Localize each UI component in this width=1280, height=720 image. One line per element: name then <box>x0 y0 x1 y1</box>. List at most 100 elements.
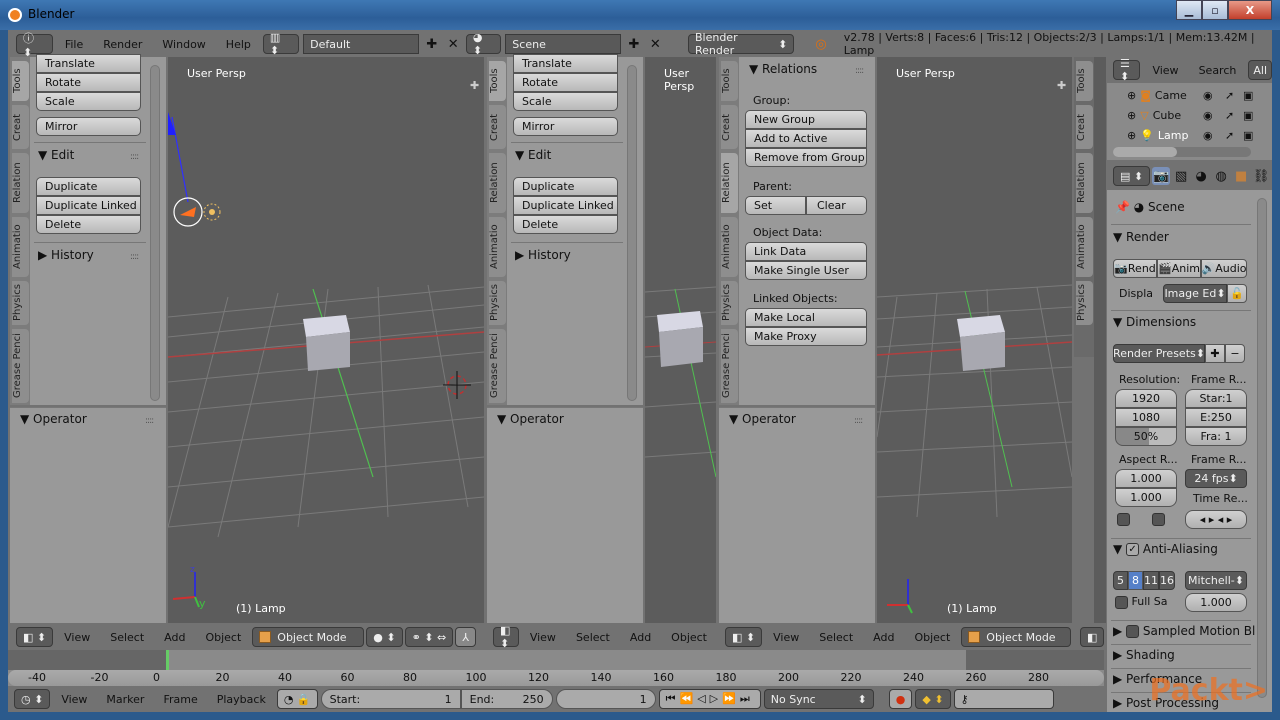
properties-scrollbar[interactable] <box>1257 198 1267 698</box>
menu-file[interactable]: File <box>57 38 91 51</box>
lock-interface-icon[interactable]: 🔓 <box>1227 284 1247 303</box>
crop-checkbox[interactable] <box>1152 513 1165 526</box>
translate-button[interactable]: Translate <box>36 54 141 73</box>
outliner-item-camera[interactable]: ⊕ ◙ Came ◉ ➚ ▣ <box>1107 85 1257 105</box>
menu-view[interactable]: View <box>53 693 95 706</box>
scene-field[interactable]: Scene <box>505 34 622 54</box>
object-mode-select[interactable]: Object Mode <box>961 627 1072 647</box>
menu-marker[interactable]: Marker <box>98 693 152 706</box>
tab-physics[interactable]: Physics <box>489 281 506 325</box>
object-context-icon[interactable]: ■ <box>1232 167 1250 185</box>
menu-object[interactable]: Object <box>196 631 250 644</box>
select-arrow-icon[interactable]: ➚ <box>1225 109 1234 122</box>
render-animation-button[interactable]: 🎬 Anim <box>1157 259 1201 278</box>
menu-playback[interactable]: Playback <box>209 693 274 706</box>
cube-object[interactable] <box>303 315 350 371</box>
menu-search[interactable]: Search <box>1191 64 1245 77</box>
frame-start-field[interactable]: Star:1 <box>1185 389 1247 408</box>
aspect-x-field[interactable]: 1.000 <box>1115 469 1177 488</box>
object-mode-select[interactable]: Object Mode <box>252 627 365 647</box>
aa-sample-option-selected[interactable]: 8 <box>1128 571 1143 590</box>
menu-select[interactable]: Select <box>101 631 153 644</box>
resolution-percentage-slider[interactable]: 50% <box>1115 427 1177 446</box>
cube-object[interactable] <box>957 315 1005 371</box>
full-sample-checkbox[interactable] <box>1115 595 1128 609</box>
frame-end-field[interactable]: E:250 <box>1185 408 1247 427</box>
duplicate-button[interactable]: Duplicate <box>513 177 618 196</box>
full-sample-toggle[interactable]: Full Sa <box>1115 595 1168 609</box>
menu-view[interactable]: View <box>764 631 808 644</box>
current-frame-field[interactable]: 1 <box>555 689 656 709</box>
add-scene-icon[interactable]: ✚ <box>625 35 642 53</box>
tab-physics[interactable]: Physics <box>1076 281 1093 325</box>
screen-layout-field[interactable]: Default <box>303 34 420 54</box>
tab-grease-pencil[interactable]: Grease Penci <box>489 329 506 403</box>
tab-physics[interactable]: Physics <box>721 281 738 325</box>
scene-context-icon[interactable]: ◕ <box>1192 167 1210 185</box>
aa-sample-option[interactable]: 11 <box>1143 571 1159 590</box>
outliner-item-cube[interactable]: ⊕ ▽ Cube ◉ ➚ ▣ <box>1107 105 1257 125</box>
keying-set-select[interactable]: ◆ ⬍ <box>915 689 951 709</box>
menu-view[interactable]: View <box>521 631 565 644</box>
scale-button[interactable]: Scale <box>513 92 618 111</box>
mirror-button[interactable]: Mirror <box>513 117 618 136</box>
edit-panel-title[interactable]: ▼ Edit <box>515 148 551 162</box>
frame-rate-select[interactable]: 24 fps ⬍ <box>1185 469 1247 488</box>
operator-panel-title[interactable]: ▼ Operator <box>20 412 87 426</box>
drag-grip-icon[interactable]: :::: <box>145 416 154 426</box>
menu-select[interactable]: Select <box>810 631 862 644</box>
current-frame-indicator[interactable] <box>166 650 169 670</box>
edit-panel-title[interactable]: ▼ Edit <box>38 148 74 162</box>
editor-type-3dview-button[interactable]: ◧ <box>1080 627 1105 647</box>
dimensions-panel-title[interactable]: ▼ Dimensions <box>1113 315 1196 329</box>
menu-render[interactable]: Render <box>95 38 150 51</box>
editor-type-timeline-button[interactable]: ◷ ⬍ <box>14 689 51 709</box>
viewport-3d-2[interactable]: User Persp <box>645 57 716 623</box>
visibility-eye-icon[interactable]: ◉ <box>1203 109 1213 122</box>
tab-physics[interactable]: Physics <box>12 281 29 325</box>
menu-window[interactable]: Window <box>154 38 213 51</box>
mirror-button[interactable]: Mirror <box>36 117 141 136</box>
scale-button[interactable]: Scale <box>36 92 141 111</box>
record-button[interactable]: ● <box>888 689 913 709</box>
time-remap-fields[interactable]: ◂ ▸ ◂ ▸ <box>1185 510 1247 529</box>
delete-button[interactable]: Delete <box>36 215 141 234</box>
menu-add[interactable]: Add <box>155 631 194 644</box>
editor-type-properties-button[interactable]: ▤ ⬍ <box>1113 166 1151 186</box>
sampled-motion-blur-panel-title[interactable]: ▶ Sampled Motion Bl <box>1113 624 1255 638</box>
render-camera-icon[interactable]: ▣ <box>1243 129 1253 142</box>
tab-tools[interactable]: Tools <box>12 61 29 101</box>
display-mode-select[interactable]: All <box>1248 60 1272 80</box>
translate-button[interactable]: Translate <box>513 54 618 73</box>
resolution-x-field[interactable]: 1920 <box>1115 389 1177 408</box>
render-presets-select[interactable]: Render Presets ⬍ <box>1113 344 1205 363</box>
drag-grip-icon[interactable]: :::: <box>130 252 139 262</box>
motion-blur-checkbox[interactable] <box>1126 625 1140 638</box>
tab-grease-pencil[interactable]: Grease Penci <box>721 329 738 403</box>
remove-preset-icon[interactable]: − <box>1225 344 1245 363</box>
menu-add[interactable]: Add <box>864 631 903 644</box>
end-frame-field[interactable]: End: 250 <box>460 689 553 709</box>
render-audio-button[interactable]: 🔊 Audio <box>1201 259 1247 278</box>
menu-help[interactable]: Help <box>218 38 259 51</box>
add-preset-icon[interactable]: ✚ <box>1205 344 1225 363</box>
tab-animation[interactable]: Animatio <box>721 217 738 277</box>
maximize-button[interactable]: ▫ <box>1202 0 1228 20</box>
aspect-y-field[interactable]: 1.000 <box>1115 488 1177 507</box>
remove-scene-icon[interactable]: ✕ <box>647 35 664 53</box>
render-engine-select[interactable]: Blender Render ⬍ <box>687 31 795 57</box>
select-arrow-icon[interactable]: ➚ <box>1225 129 1234 142</box>
anti-aliasing-panel-title[interactable]: ▼ ✓ Anti-Aliasing <box>1113 542 1218 556</box>
outliner-item-lamp[interactable]: ⊕ 💡 Lamp ◉ ➚ ▣ <box>1107 125 1257 145</box>
resolution-y-field[interactable]: 1080 <box>1115 408 1177 427</box>
operator-panel-title[interactable]: ▼ Operator <box>729 412 796 426</box>
tab-create[interactable]: Creat <box>489 105 506 149</box>
add-to-active-button[interactable]: Add to Active <box>745 129 867 148</box>
menu-add[interactable]: Add <box>621 631 660 644</box>
remove-layout-icon[interactable]: ✕ <box>444 35 461 53</box>
tab-tools[interactable]: Tools <box>1076 61 1093 101</box>
screen-layout-icon[interactable]: ▥ ⬍ <box>262 31 300 57</box>
lamp-object[interactable] <box>168 112 221 227</box>
menu-object[interactable]: Object <box>905 631 959 644</box>
history-panel-title[interactable]: ▶ History <box>38 248 94 262</box>
